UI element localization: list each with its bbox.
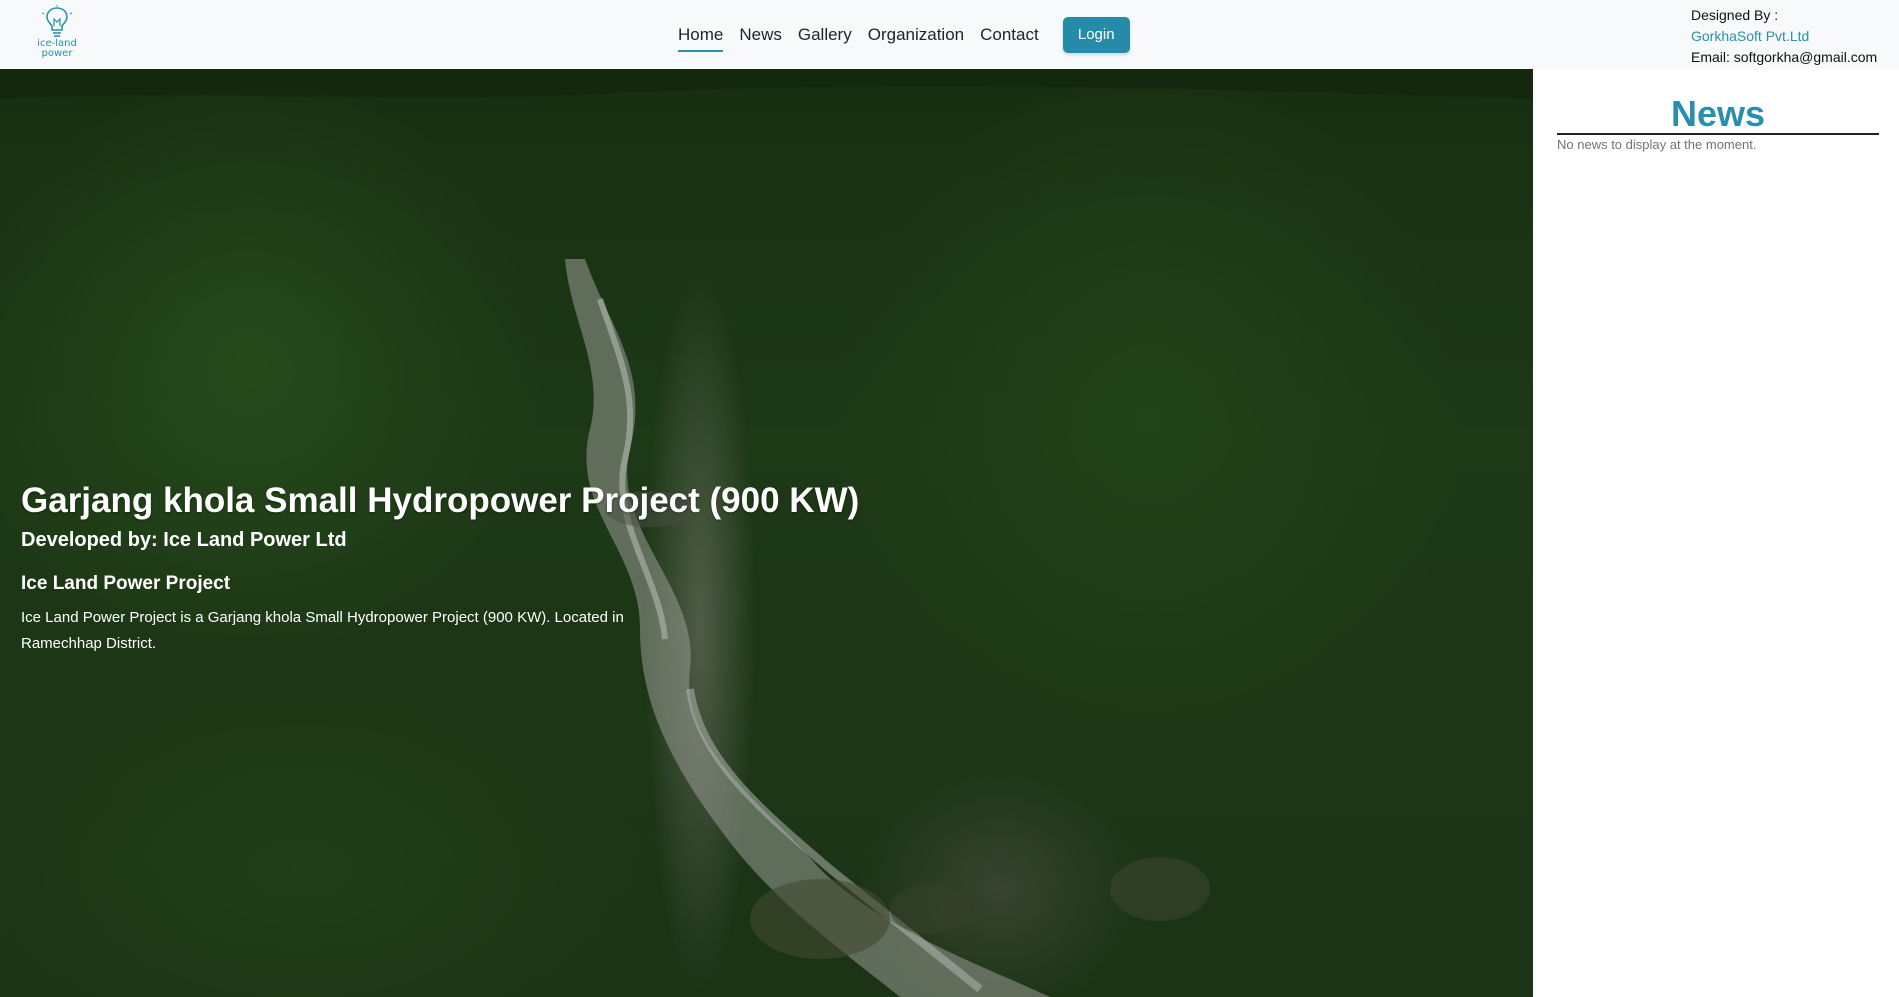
login-button[interactable]: Login	[1062, 16, 1130, 53]
hero-text: Garjang khola Small Hydropower Project (…	[21, 479, 859, 657]
lightbulb-icon	[42, 5, 72, 37]
news-heading: News	[1670, 93, 1766, 134]
hero-banner: Garjang khola Small Hydropower Project (…	[0, 69, 1533, 997]
designer-email: Email: softgorkha@gmail.com	[1691, 49, 1878, 65]
hero-title: Garjang khola Small Hydropower Project (…	[21, 481, 860, 520]
nav-gallery[interactable]: Gallery	[798, 18, 852, 52]
top-navbar: ice-land power Home News Gallery Organiz…	[0, 0, 1899, 69]
designer-company-link[interactable]: GorkhaSoft Pvt.Ltd	[1691, 26, 1877, 47]
news-empty-message: No news to display at the moment.	[1557, 137, 1757, 152]
hero-developer: Developed by: Ice Land Power Ltd	[21, 529, 347, 551]
hero-project-name: Ice Land Power Project	[21, 573, 231, 594]
news-divider	[1557, 133, 1879, 135]
nav-news[interactable]: News	[739, 18, 782, 52]
nav-contact[interactable]: Contact	[980, 18, 1039, 52]
designer-credit: Designed By : GorkhaSoft Pvt.Ltd Email: …	[1691, 5, 1877, 68]
logo-text-line2: power	[41, 48, 73, 59]
nav-organization[interactable]: Organization	[868, 18, 964, 52]
nav-home[interactable]: Home	[678, 18, 724, 52]
designer-label: Designed By :	[1691, 7, 1779, 23]
main-nav: Home News Gallery Organization Contact L…	[678, 0, 1130, 69]
site-logo[interactable]: ice-land power	[34, 5, 80, 63]
hero-description: Ice Land Power Project is a Garjang khol…	[21, 609, 624, 652]
news-sidebar: News No news to display at the moment.	[1533, 69, 1899, 997]
